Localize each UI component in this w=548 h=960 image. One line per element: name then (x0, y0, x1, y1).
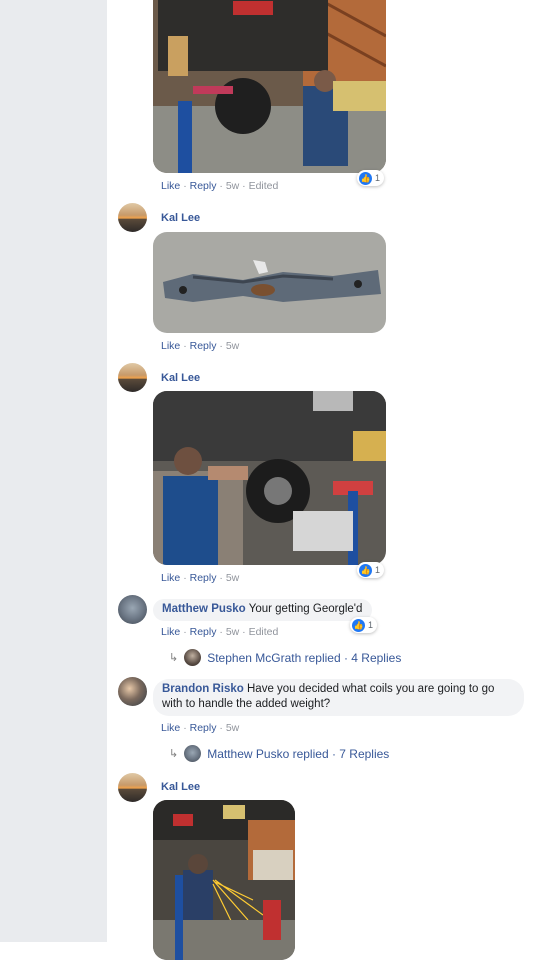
comment-actions-1: Like · Reply · 5w · Edited (161, 180, 278, 192)
view-replies-link[interactable]: ↳ Matthew Pusko replied · 7 Replies (169, 745, 389, 762)
separator: · (183, 340, 187, 352)
left-sidebar (0, 0, 107, 942)
comment-photo-2[interactable] (153, 232, 386, 333)
avatar[interactable] (118, 773, 147, 802)
avatar[interactable] (118, 363, 147, 392)
timestamp[interactable]: 5w (226, 722, 239, 734)
comment-photo-3[interactable] (153, 391, 386, 565)
reaction-count[interactable]: 👍 1 (357, 170, 385, 186)
separator: · (242, 626, 246, 638)
reply-link[interactable]: Reply (190, 340, 217, 352)
truck-underside-image (153, 0, 386, 173)
reply-arrow-icon: ↳ (169, 652, 179, 664)
timestamp[interactable]: 5w (226, 626, 239, 638)
edited-label[interactable]: Edited (249, 180, 279, 192)
reply-arrow-icon: ↳ (169, 748, 179, 760)
crossmember-image (153, 232, 386, 333)
comment-photo-1[interactable] (153, 0, 386, 173)
comment-author[interactable]: Matthew Pusko (162, 603, 246, 615)
reaction-count[interactable]: 👍 1 (357, 562, 385, 578)
comment-actions-5: Like · Reply · 5w (161, 722, 239, 734)
separator: · (242, 180, 246, 192)
comment-author[interactable]: Kal Lee (161, 372, 200, 384)
like-link[interactable]: Like (161, 180, 180, 192)
avatar[interactable] (118, 595, 147, 624)
replier-avatar (184, 649, 202, 666)
separator: · (183, 626, 187, 638)
timestamp[interactable]: 5w (226, 340, 239, 352)
view-replies-link[interactable]: ↳ Stephen McGrath replied · 4 Replies (169, 649, 401, 666)
reply-link[interactable]: Reply (190, 722, 217, 734)
reply-link[interactable]: Reply (190, 626, 217, 638)
replier-avatar (184, 745, 202, 762)
separator: · (183, 180, 187, 192)
separator: · (219, 572, 223, 584)
thumbs-up-icon: 👍 (352, 618, 365, 632)
comment-photo-4[interactable] (153, 800, 295, 960)
edited-label[interactable]: Edited (249, 626, 279, 638)
avatar[interactable] (118, 677, 147, 706)
comment-author[interactable]: Brandon Risko (162, 683, 244, 695)
grinding-sparks-image (153, 800, 295, 960)
avatar[interactable] (118, 203, 147, 232)
separator: · (219, 626, 223, 638)
comment-actions-2: Like · Reply · 5w (161, 340, 239, 352)
comment-author[interactable]: Kal Lee (161, 212, 200, 224)
comment-bubble: Brandon Risko Have you decided what coil… (153, 679, 524, 716)
separator: · (219, 340, 223, 352)
reaction-count[interactable]: 👍 1 (350, 617, 378, 633)
reply-link[interactable]: Reply (190, 572, 217, 584)
comment-bubble: Matthew Pusko Your getting Georgle'd (153, 599, 373, 621)
comment-text: Your getting Georgle'd (248, 603, 363, 615)
separator: · (219, 180, 223, 192)
comment-actions-3: Like · Reply · 5w (161, 572, 239, 584)
timestamp[interactable]: 5w (226, 180, 239, 192)
thumbs-up-icon: 👍 (359, 563, 372, 577)
reply-link[interactable]: Reply (190, 180, 217, 192)
comment-author[interactable]: Kal Lee (161, 781, 200, 793)
comment-actions-4: Like · Reply · 5w · Edited (161, 626, 278, 638)
separator: · (219, 722, 223, 734)
mechanic-image (153, 391, 386, 565)
reaction-number: 1 (375, 565, 381, 575)
reaction-number: 1 (368, 620, 374, 630)
replies-summary: Stephen McGrath replied · 4 Replies (207, 650, 402, 665)
like-link[interactable]: Like (161, 572, 180, 584)
replies-summary: Matthew Pusko replied · 7 Replies (207, 746, 390, 761)
thumbs-up-icon: 👍 (359, 171, 372, 185)
like-link[interactable]: Like (161, 626, 180, 638)
separator: · (183, 722, 187, 734)
timestamp[interactable]: 5w (226, 572, 239, 584)
separator: · (183, 572, 187, 584)
like-link[interactable]: Like (161, 722, 180, 734)
like-link[interactable]: Like (161, 340, 180, 352)
reaction-number: 1 (375, 173, 381, 183)
